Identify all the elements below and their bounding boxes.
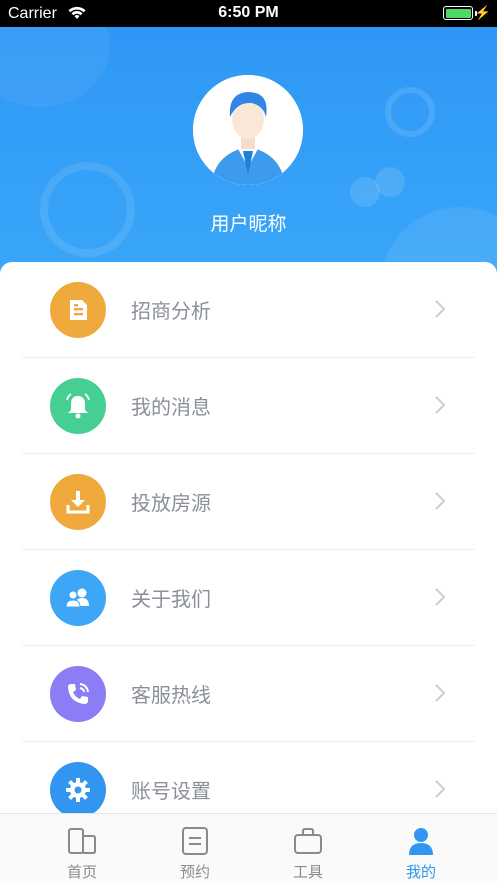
battery-icon [443,6,473,20]
chevron-right-icon [435,684,445,702]
chevron-right-icon [435,300,445,318]
tab-label: 我的 [405,863,436,881]
home-icon [68,828,96,854]
tab-appointment[interactable]: 预约 [133,814,257,884]
chevron-right-icon [435,492,445,510]
user-avatar-icon [193,75,303,185]
bell-icon [50,378,106,434]
menu-card: 招商分析 我的消息 投放房源 关于我们 客服热线 账号设置 [0,262,497,822]
menu-item-my-messages[interactable]: 我的消息 [22,358,475,454]
download-icon [50,474,106,530]
menu-item-customer-hotline[interactable]: 客服热线 [22,646,475,742]
menu-item-list-property[interactable]: 投放房源 [22,454,475,550]
charging-icon: ⚡ [474,5,491,20]
chevron-right-icon [435,588,445,606]
tab-mine[interactable]: 我的 [359,814,483,884]
decor-blob [0,27,110,107]
phone-icon [50,666,106,722]
profile-header: 用户昵称 [0,27,497,287]
tab-bar: 首页 预约 工具 我的 [0,813,497,883]
menu-item-label: 关于我们 [131,587,211,611]
menu-item-label: 我的消息 [131,395,211,419]
decor-ring-small [385,87,435,137]
clock: 6:50 PM [218,4,279,21]
decor-dot [375,167,405,197]
menu-item-investment-analysis[interactable]: 招商分析 [22,262,475,358]
profile-icon [409,828,433,855]
menu-item-about-us[interactable]: 关于我们 [22,550,475,646]
chevron-right-icon [435,780,445,798]
user-nickname[interactable]: 用户昵称 [0,209,497,236]
gear-icon [50,762,106,818]
menu-item-label: 招商分析 [131,299,211,323]
chevron-right-icon [435,396,445,414]
tab-tools[interactable]: 工具 [246,814,370,884]
menu-item-label: 客服热线 [131,683,211,707]
tab-home[interactable]: 首页 [20,814,144,884]
document-icon [50,282,106,338]
tab-label: 预约 [179,863,210,881]
people-icon [50,570,106,626]
menu-item-label: 投放房源 [131,491,211,515]
tab-label: 首页 [66,863,97,881]
toolbox-icon [294,828,322,854]
appointment-icon [182,827,208,855]
avatar[interactable] [193,75,303,185]
status-bar: Carrier 6:50 PM ⚡ [0,0,497,27]
menu-item-label: 账号设置 [131,779,211,803]
tab-label: 工具 [292,863,323,881]
